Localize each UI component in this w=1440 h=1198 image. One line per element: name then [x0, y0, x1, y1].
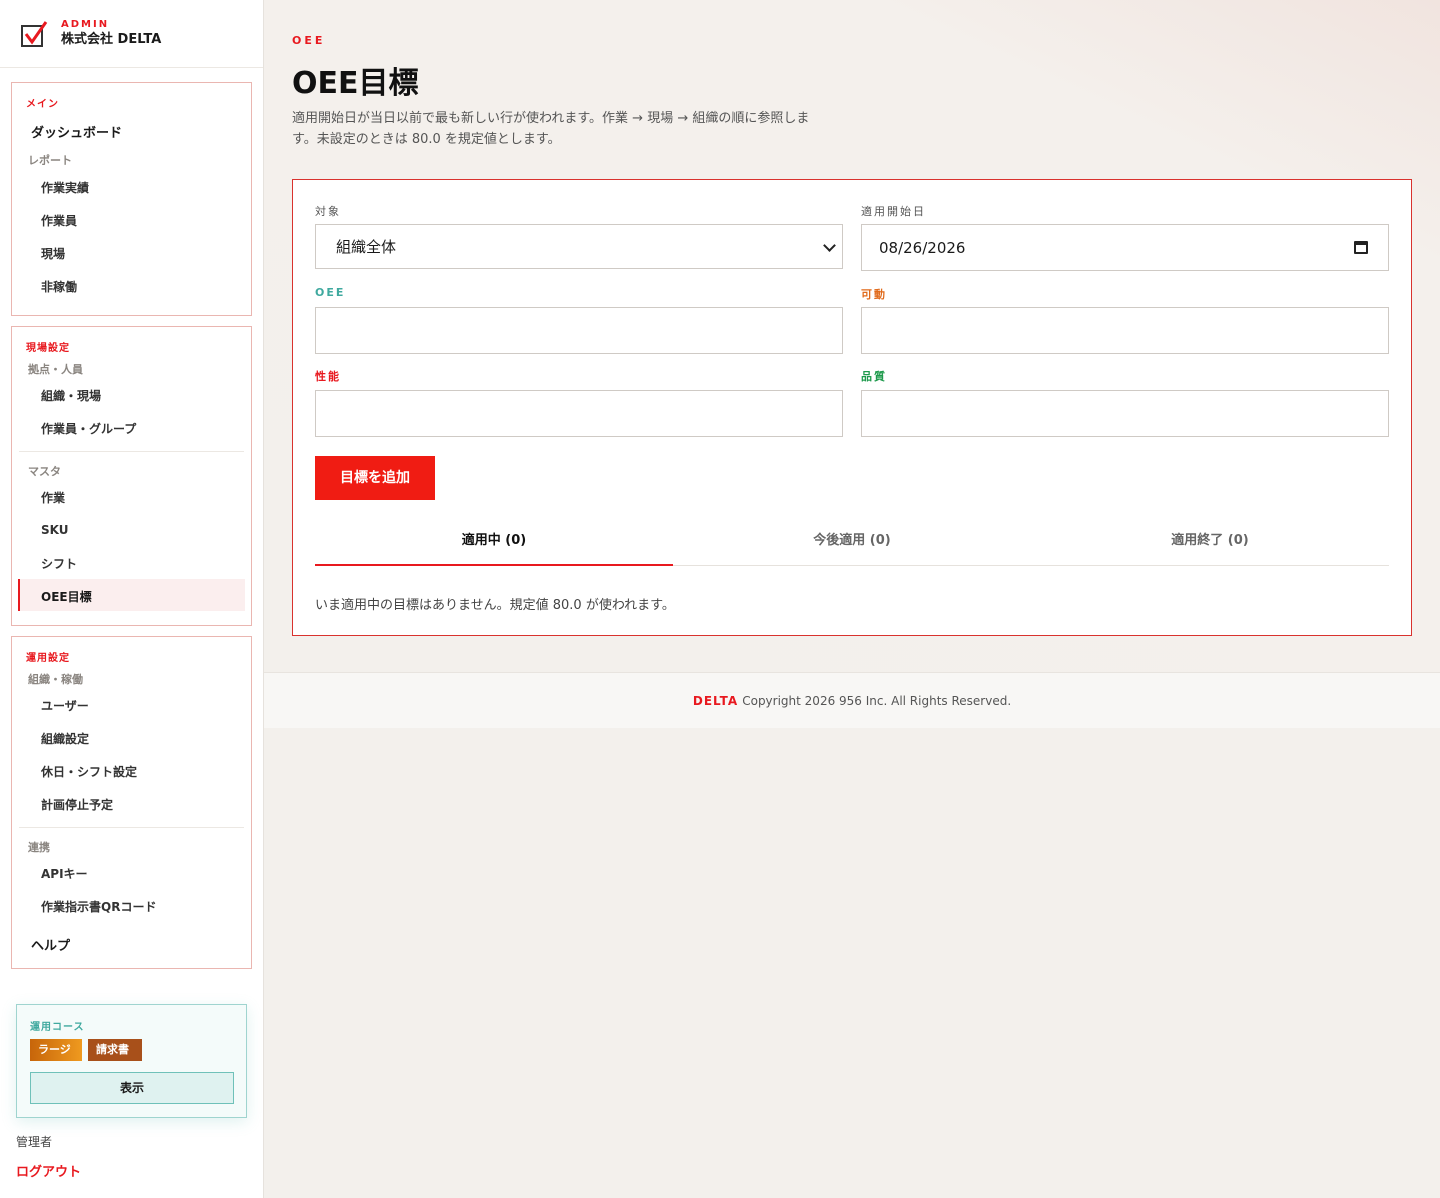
target-label: 対象 — [315, 205, 341, 218]
date-label: 適用開始日 — [861, 205, 926, 218]
empty-state-message: いま適用中の目標はありません。規定値 80.0 が使われます。 — [315, 598, 675, 613]
brand-logo-icon — [21, 20, 48, 47]
tab-active[interactable]: 適用中 (0) — [315, 526, 673, 566]
nav-divider — [19, 827, 244, 828]
plan-badge-invoice: 請求書 — [88, 1039, 142, 1061]
sidebar-item-sku[interactable]: SKU — [41, 523, 68, 537]
plan-card: 運用コース ラージ 請求書 表示 — [16, 1004, 247, 1118]
page-title: OEE目標 — [292, 66, 419, 101]
plan-title: 運用コース — [30, 1022, 85, 1033]
chevron-down-icon — [823, 238, 836, 252]
plan-show-button[interactable]: 表示 — [30, 1072, 234, 1104]
nav-group-main: メイン ダッシュボード レポート 作業実績 作業員 現場 非稼働 — [11, 82, 252, 316]
oee-input[interactable] — [315, 307, 843, 354]
availability-label: 可動 — [861, 288, 887, 301]
sidebar-item-api-keys[interactable]: APIキー — [41, 865, 88, 882]
sidebar-item-sites[interactable]: 現場 — [41, 245, 65, 262]
target-form-panel: 対象 組織全体 適用開始日 08/26/2026 OEE 可動 性能 品質 目標… — [292, 179, 1412, 636]
sidebar-item-org-sites[interactable]: 組織・現場 — [41, 387, 101, 404]
sidebar-item-work-results[interactable]: 作業実績 — [41, 179, 89, 196]
nav-group-title: 現場設定 — [26, 343, 70, 354]
footer-brand: DELTA — [692, 694, 739, 708]
plan-badge-large: ラージ — [30, 1039, 82, 1061]
sidebar-item-users[interactable]: ユーザー — [41, 697, 89, 714]
brand-name: 株式会社 DELTA — [61, 31, 162, 47]
calendar-icon[interactable] — [1354, 241, 1368, 254]
brand-header[interactable]: ADMIN 株式会社 DELTA — [0, 0, 263, 68]
sidebar-item-tasks[interactable]: 作業 — [41, 489, 65, 506]
target-select-value: 組織全体 — [336, 238, 397, 256]
sidebar-item-help[interactable]: ヘルプ — [31, 935, 70, 954]
add-target-button[interactable]: 目標を追加 — [315, 456, 435, 500]
tab-ended[interactable]: 適用終了 (0) — [1031, 526, 1389, 565]
sidebar-item-workers[interactable]: 作業員 — [41, 212, 77, 229]
performance-input[interactable] — [315, 390, 843, 437]
footer: DELTA Copyright 2026 956 Inc. All Rights … — [264, 672, 1440, 728]
sidebar-item-dashboard[interactable]: ダッシュボード — [31, 122, 122, 141]
target-status-tabs: 適用中 (0) 今後適用 (0) 適用終了 (0) — [315, 526, 1389, 566]
nav-section-integration: 連携 — [28, 841, 50, 854]
sidebar-item-downtime[interactable]: 非稼働 — [41, 278, 77, 295]
nav-group-site-settings: 現場設定 拠点・人員 組織・現場 作業員・グループ マスタ 作業 SKU シフト… — [11, 326, 252, 626]
oee-label: OEE — [315, 286, 346, 299]
start-date-value: 08/26/2026 — [879, 238, 966, 257]
quality-input[interactable] — [861, 390, 1389, 437]
user-role: 管理者 — [16, 1135, 53, 1149]
start-date-input[interactable]: 08/26/2026 — [861, 224, 1389, 271]
nav-group-ops-settings: 運用設定 組織・稼働 ユーザー 組織設定 休日・シフト設定 計画停止予定 連携 … — [11, 636, 252, 969]
sidebar-item-oee-targets[interactable]: OEE目標 — [41, 588, 92, 605]
sidebar: ADMIN 株式会社 DELTA メイン ダッシュボード レポート 作業実績 作… — [0, 0, 264, 1198]
nav-group-title: 運用設定 — [26, 653, 70, 664]
nav-section-bases: 拠点・人員 — [28, 363, 83, 376]
nav-divider — [19, 451, 244, 452]
nav-group-title: メイン — [26, 99, 59, 110]
sidebar-item-qr-codes[interactable]: 作業指示書QRコード — [41, 898, 156, 915]
availability-input[interactable] — [861, 307, 1389, 354]
footer-copyright: Copyright 2026 956 Inc. All Rights Reser… — [742, 694, 1012, 708]
target-select[interactable]: 組織全体 — [315, 224, 843, 269]
sidebar-item-shifts[interactable]: シフト — [41, 555, 77, 572]
sidebar-item-org-settings[interactable]: 組織設定 — [41, 730, 89, 747]
tab-upcoming[interactable]: 今後適用 (0) — [673, 526, 1031, 565]
performance-label: 性能 — [315, 370, 341, 383]
sidebar-item-holiday-shift[interactable]: 休日・シフト設定 — [41, 763, 137, 780]
nav-section-master: マスタ — [28, 465, 61, 478]
nav-section-reports: レポート — [28, 154, 72, 167]
sidebar-item-worker-groups[interactable]: 作業員・グループ — [41, 420, 136, 437]
page-kicker: OEE — [292, 34, 326, 47]
brand-kicker: ADMIN — [61, 18, 110, 30]
nav-section-org: 組織・稼働 — [28, 673, 83, 686]
sidebar-item-planned-stops[interactable]: 計画停止予定 — [41, 796, 113, 813]
quality-label: 品質 — [861, 370, 887, 383]
page-description: 適用開始日が当日以前で最も新しい行が使われます。作業 → 現場 → 組織の順に参… — [292, 111, 810, 147]
logout-link[interactable]: ログアウト — [16, 1161, 81, 1180]
